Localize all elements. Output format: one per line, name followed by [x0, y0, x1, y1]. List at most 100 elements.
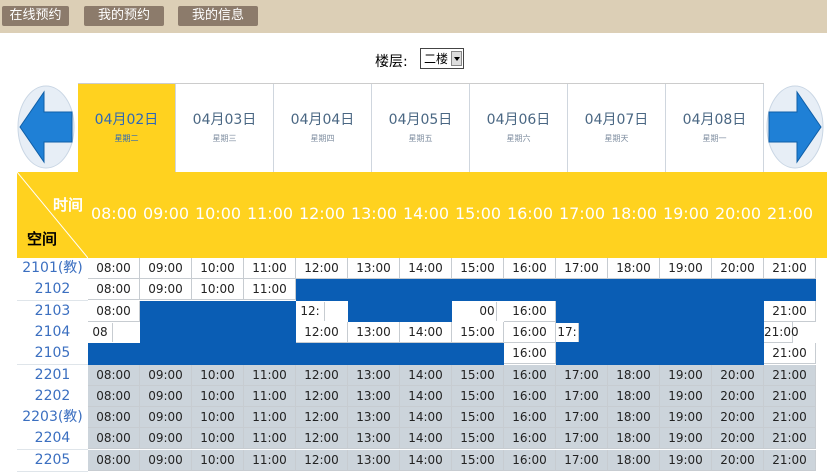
time-slot[interactable]: 21:00: [764, 449, 816, 471]
time-slot[interactable]: 19:00: [660, 428, 712, 450]
time-slot[interactable]: 08:00: [88, 428, 140, 450]
time-slot[interactable]: 11:00: [244, 364, 296, 386]
room-label[interactable]: 2102: [17, 279, 88, 302]
time-slot[interactable]: 20:00: [712, 407, 764, 429]
time-slot[interactable]: 08:00: [88, 364, 140, 386]
time-slot[interactable]: 13:00: [348, 449, 400, 471]
time-slot[interactable]: 21:00: [764, 428, 816, 450]
time-slot[interactable]: 21:00: [764, 343, 816, 365]
time-slot[interactable]: 18:00: [608, 449, 660, 471]
time-slot[interactable]: 09:00: [140, 279, 192, 301]
time-slot[interactable]: 18:00: [608, 364, 660, 386]
floor-select[interactable]: 二楼: [420, 48, 464, 69]
time-slot[interactable]: 11:00: [244, 258, 296, 279]
time-slot[interactable]: 17:00: [556, 258, 608, 279]
nav-online-booking-button[interactable]: 在线预约: [2, 6, 69, 26]
time-slot[interactable]: 16:00: [504, 364, 556, 386]
time-slot[interactable]: 14:00: [400, 428, 452, 450]
time-slot[interactable]: 18:00: [608, 428, 660, 450]
time-slot[interactable]: 14:00: [400, 407, 452, 429]
time-slot[interactable]: 10:00: [192, 385, 244, 407]
time-slot[interactable]: 17:00: [556, 428, 608, 450]
time-slot[interactable]: 14:00: [400, 321, 452, 343]
time-slot[interactable]: 14:00: [400, 449, 452, 471]
time-slot[interactable]: 10:00: [192, 258, 244, 279]
time-slot[interactable]: 17:00: [556, 385, 608, 407]
time-slot[interactable]: 12:00: [296, 321, 348, 343]
room-label[interactable]: 2205: [17, 449, 88, 472]
room-label[interactable]: 2104: [17, 321, 88, 344]
time-slot[interactable]: 12:00: [296, 364, 348, 386]
time-slot[interactable]: 08: [88, 322, 113, 342]
time-slot[interactable]: 14:00: [400, 385, 452, 407]
time-slot[interactable]: 12:00: [296, 258, 348, 279]
time-slot[interactable]: 19:00: [660, 258, 712, 279]
time-slot[interactable]: 15:00: [452, 385, 504, 407]
room-label[interactable]: 2201: [17, 364, 88, 387]
time-slot[interactable]: 11:00: [244, 279, 296, 301]
time-slot[interactable]: 11:00: [244, 449, 296, 471]
time-slot[interactable]: 16:00: [504, 407, 556, 429]
time-slot[interactable]: 21:00: [764, 300, 816, 322]
time-slot[interactable]: 00: [478, 301, 497, 321]
nav-my-info-button[interactable]: 我的信息: [178, 6, 258, 26]
time-slot[interactable]: 17:: [556, 322, 579, 342]
time-slot[interactable]: 16:00: [504, 258, 556, 279]
time-slot[interactable]: 09:00: [140, 364, 192, 386]
time-slot[interactable]: 21:00: [764, 385, 816, 407]
time-slot[interactable]: 12:00: [296, 407, 348, 429]
next-week-arrow-icon[interactable]: [765, 84, 825, 170]
time-slot[interactable]: 10:00: [192, 279, 244, 301]
time-slot[interactable]: 10:00: [192, 449, 244, 471]
time-slot[interactable]: 21:00: [764, 407, 816, 429]
time-slot[interactable]: 20:00: [712, 258, 764, 279]
time-slot[interactable]: 16:00: [504, 321, 556, 343]
date-tab-5[interactable]: 04月07日 星期天: [568, 84, 666, 172]
time-slot[interactable]: 08:00: [88, 385, 140, 407]
date-tab-0[interactable]: 04月02日 星期二: [78, 84, 176, 172]
time-slot[interactable]: 16:00: [504, 300, 556, 322]
time-slot[interactable]: 16:00: [504, 428, 556, 450]
time-slot[interactable]: 20:00: [712, 385, 764, 407]
time-slot[interactable]: 20:00: [712, 364, 764, 386]
date-tab-3[interactable]: 04月05日 星期五: [372, 84, 470, 172]
time-slot[interactable]: 15:00: [452, 321, 504, 343]
time-slot[interactable]: 13:00: [348, 364, 400, 386]
time-slot[interactable]: 18:00: [608, 407, 660, 429]
time-slot[interactable]: 18:00: [608, 385, 660, 407]
time-slot[interactable]: 19:00: [660, 385, 712, 407]
time-slot[interactable]: 15:00: [452, 258, 504, 279]
time-slot[interactable]: 09:00: [140, 449, 192, 471]
time-slot[interactable]: 21:00: [764, 364, 816, 386]
time-slot[interactable]: 20:00: [712, 449, 764, 471]
date-tab-1[interactable]: 04月03日 星期三: [176, 84, 274, 172]
time-slot[interactable]: 08:00: [88, 279, 140, 301]
room-label[interactable]: 2105: [17, 343, 88, 366]
time-slot[interactable]: 13:00: [348, 258, 400, 279]
time-slot[interactable]: 13:00: [348, 385, 400, 407]
time-slot[interactable]: 12:: [296, 301, 325, 321]
date-tab-4[interactable]: 04月06日 星期六: [470, 84, 568, 172]
time-slot[interactable]: 11:00: [244, 428, 296, 450]
time-slot[interactable]: 18:00: [608, 258, 660, 279]
time-slot[interactable]: 16:00: [504, 385, 556, 407]
time-slot[interactable]: 15:00: [452, 364, 504, 386]
dropdown-arrow-icon[interactable]: [451, 51, 462, 66]
prev-week-arrow-icon[interactable]: [16, 84, 76, 170]
time-slot[interactable]: 09:00: [140, 258, 192, 279]
time-slot[interactable]: 19:00: [660, 449, 712, 471]
time-slot[interactable]: 09:00: [140, 385, 192, 407]
time-slot[interactable]: 08:00: [88, 258, 140, 279]
nav-my-bookings-button[interactable]: 我的预约: [84, 6, 164, 26]
room-label[interactable]: 2204: [17, 428, 88, 451]
time-slot[interactable]: 12:00: [296, 428, 348, 450]
time-slot[interactable]: 15:00: [452, 428, 504, 450]
time-slot[interactable]: 10:00: [192, 407, 244, 429]
time-slot[interactable]: 20:00: [712, 428, 764, 450]
time-slot[interactable]: 10:00: [192, 364, 244, 386]
time-slot[interactable]: 12:00: [296, 385, 348, 407]
time-slot[interactable]: 16:00: [504, 343, 556, 365]
time-slot[interactable]: 09:00: [140, 407, 192, 429]
time-slot[interactable]: 08:00: [88, 449, 140, 471]
time-slot[interactable]: 15:00: [452, 407, 504, 429]
